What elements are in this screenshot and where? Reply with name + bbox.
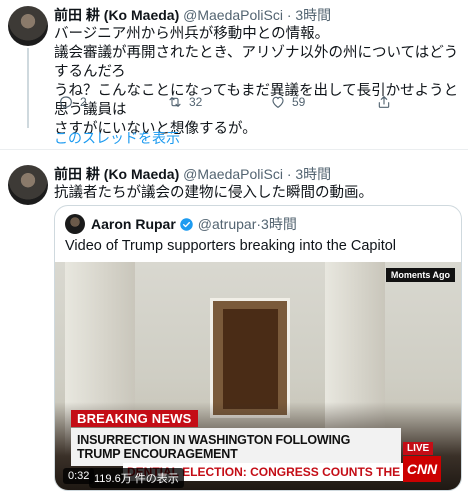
tweet-line: バージニア州から州兵が移動中との情報。 [54,26,330,42]
retweet-button[interactable]: 32 [167,94,202,110]
quoted-tweet-text: Video of Trump supporters breaking into … [65,238,397,254]
author-handle[interactable]: @MaedaPoliSci [183,7,283,23]
tweet-text: 抗議者たちが議会の建物に侵入した瞬間の動画。 [54,184,462,203]
verified-badge-icon [180,217,193,231]
author-name[interactable]: 前田 耕 (Ko Maeda) [54,166,179,182]
live-badge: LIVE [403,442,434,455]
quoted-author-name[interactable]: Aaron Rupar [91,215,176,233]
separator: · [286,166,292,182]
avatar[interactable] [8,6,48,46]
reply-button[interactable]: 2 [58,94,87,110]
quoted-timestamp[interactable]: 3時間 [261,215,297,233]
news-headline: INSURRECTION IN WASHINGTON FOLLOWING TRU… [71,428,401,466]
video-scene-window [210,298,290,418]
author-name[interactable]: 前田 耕 (Ko Maeda) [54,7,179,23]
timestamp[interactable]: 3時間 [295,7,331,23]
video-view-count: 119.6万 件の表示 [89,468,184,488]
show-thread-link[interactable]: このスレッドを表示 [54,128,180,148]
tweet-header: 前田 耕 (Ko Maeda) @MaedaPoliSci · 3時間 [54,165,331,183]
quoted-tweet[interactable]: Aaron Rupar @atrupar · 3時間 Video of Trum… [54,205,462,491]
tweet-2[interactable]: 前田 耕 (Ko Maeda) @MaedaPoliSci · 3時間 抗議者た… [0,151,468,494]
quoted-tweet-header: Aaron Rupar @atrupar · 3時間 [65,214,297,234]
thread-line [27,48,29,128]
tweet-line: 議会審議が再開されたとき、アリゾナ以外の州についてはどうするんだろ [54,45,459,80]
quoted-avatar[interactable] [65,214,85,234]
breaking-news-banner: BREAKING NEWS [71,410,198,427]
like-icon [272,96,284,108]
tweet-header: 前田 耕 (Ko Maeda) @MaedaPoliSci · 3時間 [54,6,331,24]
tweet-text: バージニア州から州兵が移動中との情報。 議会審議が再開されたとき、アリゾナ以外の… [54,25,462,139]
avatar[interactable] [8,165,48,205]
quoted-author-handle[interactable]: @atrupar [198,215,257,233]
share-icon [378,96,390,108]
like-button[interactable]: 59 [270,94,305,110]
like-count: 59 [292,95,306,109]
tweet-1[interactable]: 前田 耕 (Ko Maeda) @MaedaPoliSci · 3時間 バージニ… [0,0,468,150]
tweet-line: 抗議者たちが議会の建物に侵入した瞬間の動画。 [54,185,373,201]
separator: · [286,7,292,23]
reply-icon [60,96,72,110]
network-logo: CNN [403,456,441,482]
tweet-actions: 2 32 59 [54,94,434,112]
timestamp[interactable]: 3時間 [295,166,331,182]
reply-count: 2 [80,95,87,109]
video-player[interactable]: Moments Ago BREAKING NEWS INSURRECTION I… [55,262,461,490]
moments-ago-label: Moments Ago [385,268,455,282]
retweet-count: 32 [189,95,203,109]
retweet-icon [169,97,181,107]
author-handle[interactable]: @MaedaPoliSci [183,166,283,182]
share-button[interactable] [376,94,392,110]
